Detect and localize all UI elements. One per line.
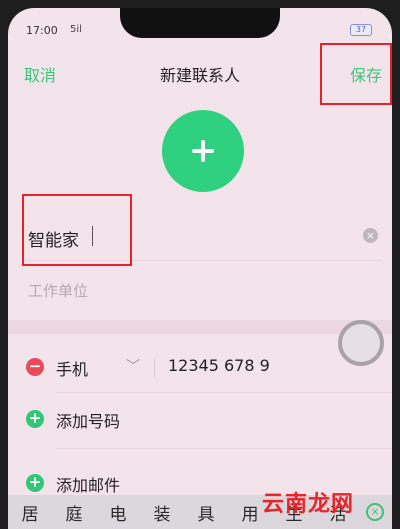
- close-icon[interactable]: ×: [366, 503, 384, 521]
- add-email-label: 添加邮件: [56, 476, 121, 495]
- chevron-down-icon[interactable]: ﹀: [126, 356, 140, 376]
- assistive-touch-button[interactable]: [338, 320, 384, 366]
- company-input[interactable]: 工作单位: [28, 280, 88, 301]
- remove-phone-icon[interactable]: −: [26, 358, 44, 376]
- phone-number-input[interactable]: 12345 678 9: [168, 356, 270, 375]
- watermark: 云南龙网: [262, 492, 355, 517]
- phone-type-label[interactable]: 手机: [56, 356, 88, 380]
- signal-icon: 5il: [70, 24, 82, 35]
- section-divider: [8, 320, 392, 334]
- add-icon: +: [26, 474, 44, 492]
- name-highlight-box: [22, 194, 132, 266]
- candidate-word[interactable]: 具: [184, 500, 228, 525]
- save-highlight-box: [320, 43, 392, 105]
- candidate-word[interactable]: 庭: [52, 500, 96, 525]
- add-photo-button[interactable]: [162, 110, 244, 192]
- status-time: 17:00: [26, 24, 58, 37]
- add-number-label: 添加号码: [56, 412, 121, 431]
- battery-icon: 37: [350, 24, 372, 36]
- candidate-word[interactable]: 居: [8, 500, 52, 525]
- field-divider: [154, 358, 155, 378]
- phone-row: − 手机 ﹀ 12345 678 9: [26, 354, 386, 384]
- add-number-button[interactable]: + 添加号码: [26, 406, 386, 436]
- plus-icon-vertical: [201, 140, 205, 162]
- row-divider: [56, 392, 392, 393]
- row-divider: [56, 448, 392, 449]
- clear-icon[interactable]: ×: [363, 228, 378, 243]
- camera-notch: [120, 8, 280, 38]
- add-icon: +: [26, 410, 44, 428]
- candidate-word[interactable]: 电: [96, 500, 140, 525]
- candidate-word[interactable]: 装: [140, 500, 184, 525]
